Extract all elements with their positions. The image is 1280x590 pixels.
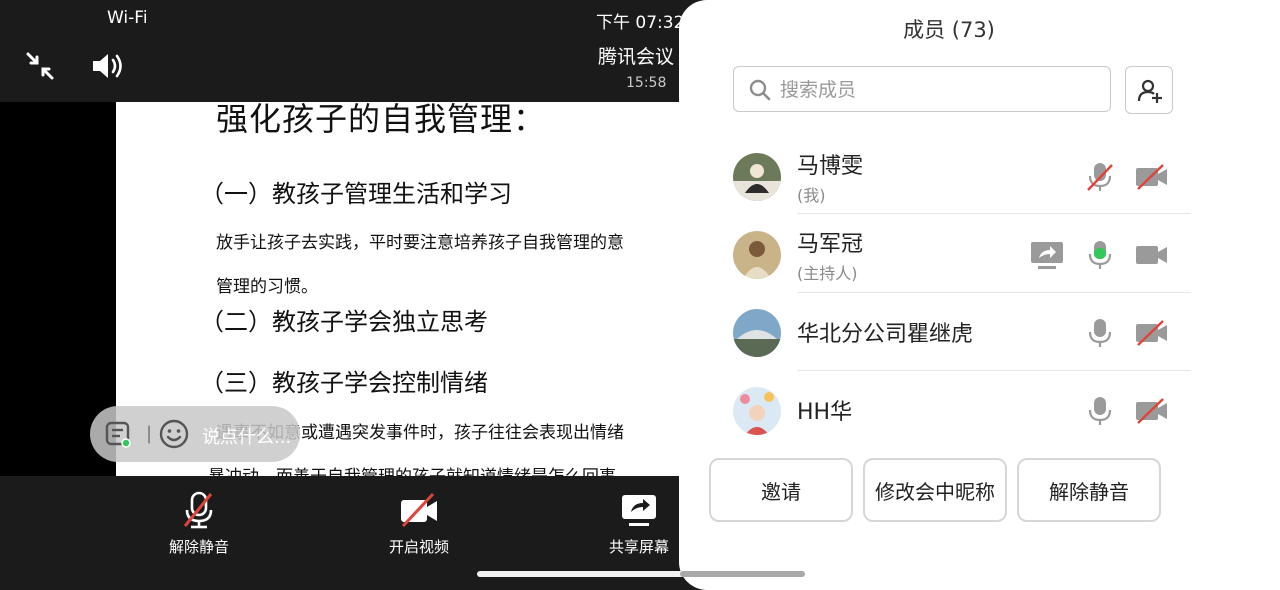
divider: [797, 292, 1191, 293]
member-row[interactable]: 马军冠 (主持人): [733, 216, 1193, 294]
avatar: [733, 153, 781, 201]
unmute-label: 解除静音: [168, 538, 229, 556]
avatar: [733, 387, 781, 435]
member-row[interactable]: HH华: [733, 372, 1193, 450]
member-name: 华北分公司瞿继虎: [797, 322, 974, 347]
rename-button[interactable]: 修改会中昵称: [863, 458, 1007, 522]
avatar: [733, 231, 781, 279]
slide-heading-3: （三）教孩子学会控制情绪: [200, 369, 488, 397]
add-user-icon: [1137, 79, 1162, 103]
member-row[interactable]: 马博雯 (我): [733, 138, 1193, 216]
search-icon: [749, 79, 771, 101]
divider: [797, 370, 1191, 371]
add-member-button[interactable]: [1125, 66, 1173, 114]
member-search-box[interactable]: [733, 66, 1111, 112]
camera-icon[interactable]: [1135, 241, 1169, 269]
member-row[interactable]: 华北分公司瞿继虎: [733, 294, 1193, 372]
exit-fullscreen-icon[interactable]: [24, 50, 56, 82]
unmute-all-button[interactable]: 解除静音: [1017, 458, 1161, 522]
avatar: [733, 309, 781, 357]
status-wifi: Wi-Fi: [107, 8, 148, 28]
mic-icon[interactable]: [1085, 317, 1115, 349]
slide-title: 强化孩子的自我管理：: [216, 102, 547, 138]
member-name: 马博雯: [797, 154, 864, 179]
member-search-input[interactable]: [778, 75, 1102, 105]
chat-input-pill[interactable]: | 说点什么...: [90, 406, 300, 462]
start-video-label: 开启视频: [388, 538, 449, 556]
member-role: (我): [797, 186, 826, 205]
member-role: (主持人): [797, 264, 858, 283]
mic-muted-icon[interactable]: [1085, 161, 1115, 193]
slide-paragraph-2: 管理的习惯。: [216, 277, 318, 297]
screen-sharing-icon: [1031, 242, 1063, 269]
mic-muted-icon: [183, 491, 213, 529]
meeting-title: 腾讯会议: [598, 46, 675, 68]
unmute-button[interactable]: 解除静音: [144, 490, 254, 557]
member-name: HH华: [797, 400, 853, 425]
divider: [797, 213, 1191, 214]
share-screen-label: 共享屏幕: [608, 538, 669, 556]
emoji-icon[interactable]: [158, 418, 190, 450]
share-screen-icon: [622, 495, 656, 526]
chat-separator: |: [146, 423, 153, 444]
meeting-top-bar: Wi-Fi 下午 07:32 腾讯会议 15:58: [0, 0, 700, 102]
speaker-icon[interactable]: [90, 50, 126, 82]
members-panel-title: 成员 (73): [903, 18, 995, 42]
chat-list-icon[interactable]: [104, 420, 132, 448]
start-video-button[interactable]: 开启视频: [364, 490, 474, 557]
share-screen-button[interactable]: 共享屏幕: [584, 490, 694, 557]
camera-off-icon[interactable]: [1135, 163, 1169, 191]
slide-paragraph-1: 放手让孩子去实践，平时要注意培养孩子自我管理的意: [216, 233, 624, 253]
home-indicator-segment: [680, 571, 805, 577]
chat-placeholder[interactable]: 说点什么...: [202, 423, 291, 449]
camera-off-icon: [401, 492, 437, 528]
mic-icon[interactable]: [1085, 395, 1115, 427]
mic-active-icon[interactable]: [1085, 239, 1115, 271]
camera-off-icon[interactable]: [1135, 397, 1169, 425]
members-panel: 成员 (73) 马博雯 (我): [679, 0, 1280, 590]
camera-off-icon[interactable]: [1135, 319, 1169, 347]
slide-paragraph-4: 暴冲动，而善于自我管理的孩子就知道情绪是怎么回事: [208, 462, 616, 476]
slide-heading-2: （二）教孩子学会独立思考: [200, 308, 488, 336]
slide-heading-1: （一）教孩子管理生活和学习: [200, 180, 512, 208]
invite-button[interactable]: 邀请: [709, 458, 853, 522]
status-time: 下午 07:32: [596, 13, 685, 33]
meeting-timer: 15:58: [626, 75, 667, 91]
member-name: 马军冠: [797, 232, 864, 257]
